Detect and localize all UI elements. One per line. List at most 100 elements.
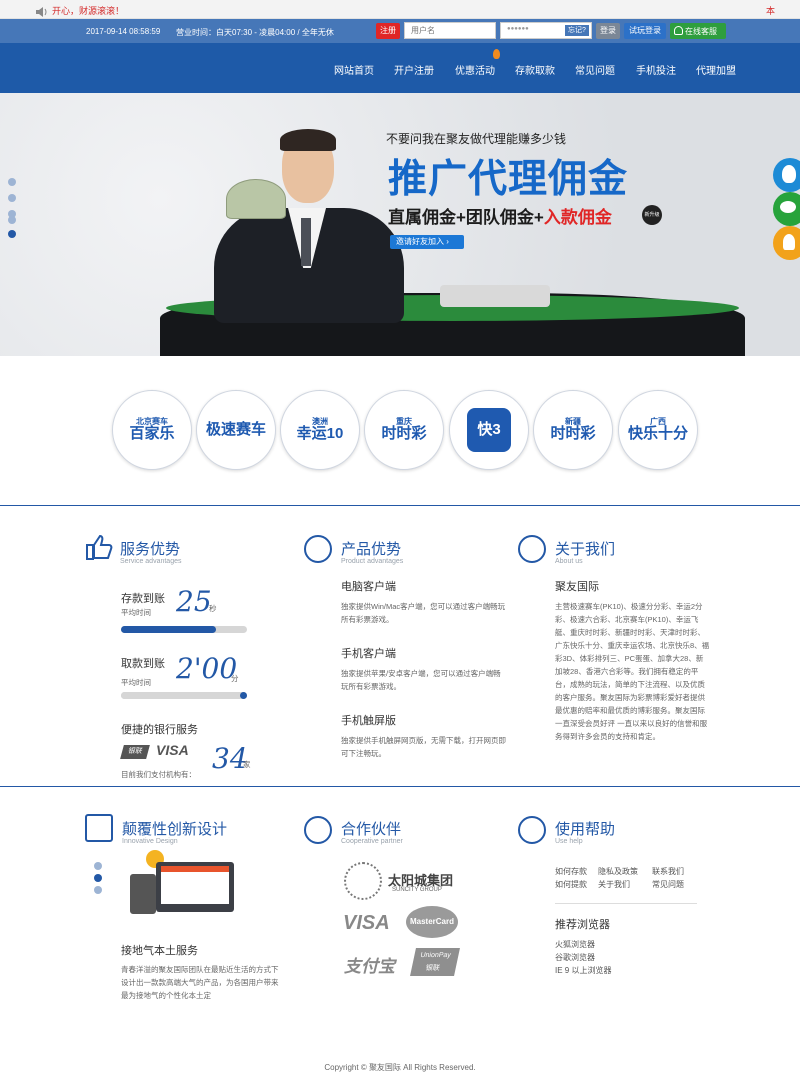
help-link-withdraw[interactable]: 如何提款 [555, 879, 587, 890]
nav-mobile-bet[interactable]: 手机投注 [636, 62, 676, 77]
lottery-gx-klsf[interactable]: 广西 快乐十分 [618, 390, 698, 470]
suncity-sub: SUNCITY GROUP [392, 887, 442, 893]
lottery-lucky10[interactable]: 澳洲 幸运10 [280, 390, 360, 470]
product-subtitle: Product advantages [341, 558, 404, 565]
deposit-avg-label: 平均时间 [121, 608, 151, 617]
design-dot[interactable] [94, 886, 102, 894]
lottery-jisu-racing[interactable]: 极速赛车 [196, 390, 276, 470]
online-service-button[interactable]: 在线客服 [670, 23, 726, 39]
partner-subtitle: Cooperative partner [341, 838, 403, 845]
devices-illustration [130, 850, 236, 916]
marquee-text: 开心，财源滚滚！ [52, 6, 125, 16]
nav-agent[interactable]: 代理加盟 [696, 62, 736, 77]
puzzle-icon [85, 814, 113, 842]
man-hair [280, 129, 336, 151]
qq-float-button[interactable] [773, 158, 800, 192]
nav-register[interactable]: 开户注册 [394, 62, 434, 77]
top-notice-bar: 开心，财源滚滚！ 本 [0, 0, 800, 19]
about-subtitle: About us [555, 558, 583, 565]
wechat-float-button[interactable] [773, 192, 800, 226]
withdraw-label: 取款到账 [121, 658, 165, 670]
person-icon [783, 234, 795, 250]
lottery-big: 时时彩 [550, 425, 596, 443]
status-bar: 2017-09-14 08:58:59 营业时间：白天07:30 - 凌晨04:… [0, 19, 800, 43]
alipay-logo: 支付宝 [344, 957, 395, 976]
browser-firefox[interactable]: 火狐浏览器 [555, 939, 595, 950]
product-title: 产品优势 [341, 541, 402, 558]
visa-partner-logo: VISA [343, 912, 390, 934]
help-link-contact[interactable]: 联系我们 [652, 866, 684, 877]
slide-dot[interactable] [8, 194, 16, 202]
bank-unit: 家 [243, 760, 251, 769]
help-icon [518, 816, 546, 844]
lottery-k3[interactable]: 快3 [449, 390, 529, 470]
product-item-heading: 手机客户端 [341, 648, 396, 660]
lottery-big: 快3 [477, 421, 501, 438]
lottery-big: 时时彩 [381, 425, 427, 443]
lottery-label: 重庆 时时彩 [381, 417, 427, 443]
service-subtitle: Service advantages [120, 558, 182, 565]
nav-deposit-withdraw[interactable]: 存款取款 [515, 62, 555, 77]
browser-chrome[interactable]: 谷歌浏览器 [555, 952, 595, 963]
footer-copyright: Copyright © 聚友国际 All Rights Reserved. [324, 1063, 476, 1072]
slide-dot-active[interactable] [8, 230, 16, 238]
help-link-deposit[interactable]: 如何存款 [555, 866, 587, 877]
lottery-big: 极速赛车 [205, 421, 266, 439]
bank-text: 目前我们支付机构有： [121, 770, 196, 779]
unionpay-cn: 银联 [424, 965, 441, 972]
service-title: 服务优势 [120, 541, 181, 558]
help-link-faq[interactable]: 常见问题 [652, 879, 684, 890]
withdraw-progress-knob [240, 692, 247, 699]
lottery-label: 澳洲 幸运10 [297, 417, 344, 442]
lottery-label: 快3 [467, 408, 511, 452]
lottery-big: 快乐十分 [627, 425, 688, 443]
lottery-bjpk-baccarat[interactable]: 北京赛车 百家乐 [112, 390, 192, 470]
password-value: ●●●●●● [507, 26, 529, 32]
design-dot-active[interactable] [94, 874, 102, 882]
visa-logo: VISA [156, 742, 189, 758]
password-input[interactable]: ●●●●●● 忘记? [500, 22, 592, 39]
service-label: 在线客服 [685, 27, 717, 36]
product-item-heading: 电脑客户端 [341, 581, 396, 593]
trial-login-button[interactable]: 试玩登录 [624, 23, 666, 39]
lottery-cq-ssc[interactable]: 重庆 时时彩 [364, 390, 444, 470]
banner-line3-b: 入款佣金 [543, 208, 612, 227]
forgot-link[interactable]: 忘记? [565, 25, 589, 36]
speaker-icon [36, 4, 47, 17]
slide-dot[interactable] [8, 178, 16, 186]
login-button[interactable]: 登录 [596, 23, 620, 39]
slide-dot[interactable] [8, 216, 16, 224]
design-text: 青春洋溢的聚友国际团队在最贴近生活的方式下设计出一款款高端大气的产品，为各国用户… [121, 965, 279, 1000]
help-link-about[interactable]: 关于我们 [598, 879, 630, 890]
lottery-label: 广西 快乐十分 [627, 417, 688, 443]
lottery-label: 北京赛车 百家乐 [129, 417, 174, 442]
nav-faq[interactable]: 常见问题 [575, 62, 615, 77]
suncity-emblem [344, 862, 382, 900]
banner-line1: 不要问我在聚友做代理能赚多少钱 [386, 132, 567, 146]
help-title: 使用帮助 [555, 821, 616, 838]
banner-headline: 推广代理佣金 [388, 158, 629, 201]
qq-icon [782, 165, 796, 183]
divider [0, 786, 800, 787]
design-dot[interactable] [94, 862, 102, 870]
browser-ie[interactable]: IE 9 以上浏览器 [555, 965, 611, 976]
nav-home[interactable]: 网站首页 [334, 62, 374, 77]
unionpay-logo: 银联 [120, 745, 150, 759]
register-button[interactable]: 注册 [376, 23, 400, 39]
design-subtitle: Innovative Design [122, 838, 178, 845]
username-input[interactable] [404, 22, 496, 39]
help-subtitle: Use help [555, 838, 583, 845]
lottery-xj-ssc[interactable]: 新疆 时时彩 [533, 390, 613, 470]
help-link-privacy[interactable]: 隐私及政策 [598, 866, 638, 877]
about-text: 主营极速赛车(PK10)、极速分分彩、幸运2分彩、极速六合彩、北京赛车(PK10… [555, 602, 710, 741]
browser-title: 推荐浏览器 [555, 919, 610, 931]
nav-promotions[interactable]: 优惠活动 [455, 62, 495, 77]
hero-banner: 不要问我在聚友做代理能赚多少钱 推广代理佣金 直属佣金+团队佣金+入款佣金 新升… [0, 93, 800, 356]
hot-flame-icon [493, 49, 500, 59]
design-heading: 接地气本土服务 [121, 945, 198, 957]
product-item-text: 独家提供手机触屏网页版，无需下载，打开网页即可下注畅玩。 [341, 736, 506, 758]
withdraw-unit: 分 [231, 674, 239, 683]
suncity-logo: 太阳城集团 SUNCITY GROUP [344, 860, 464, 902]
invite-button[interactable]: 邀请好友加入 › [390, 235, 464, 249]
service-float-button[interactable] [773, 226, 800, 260]
